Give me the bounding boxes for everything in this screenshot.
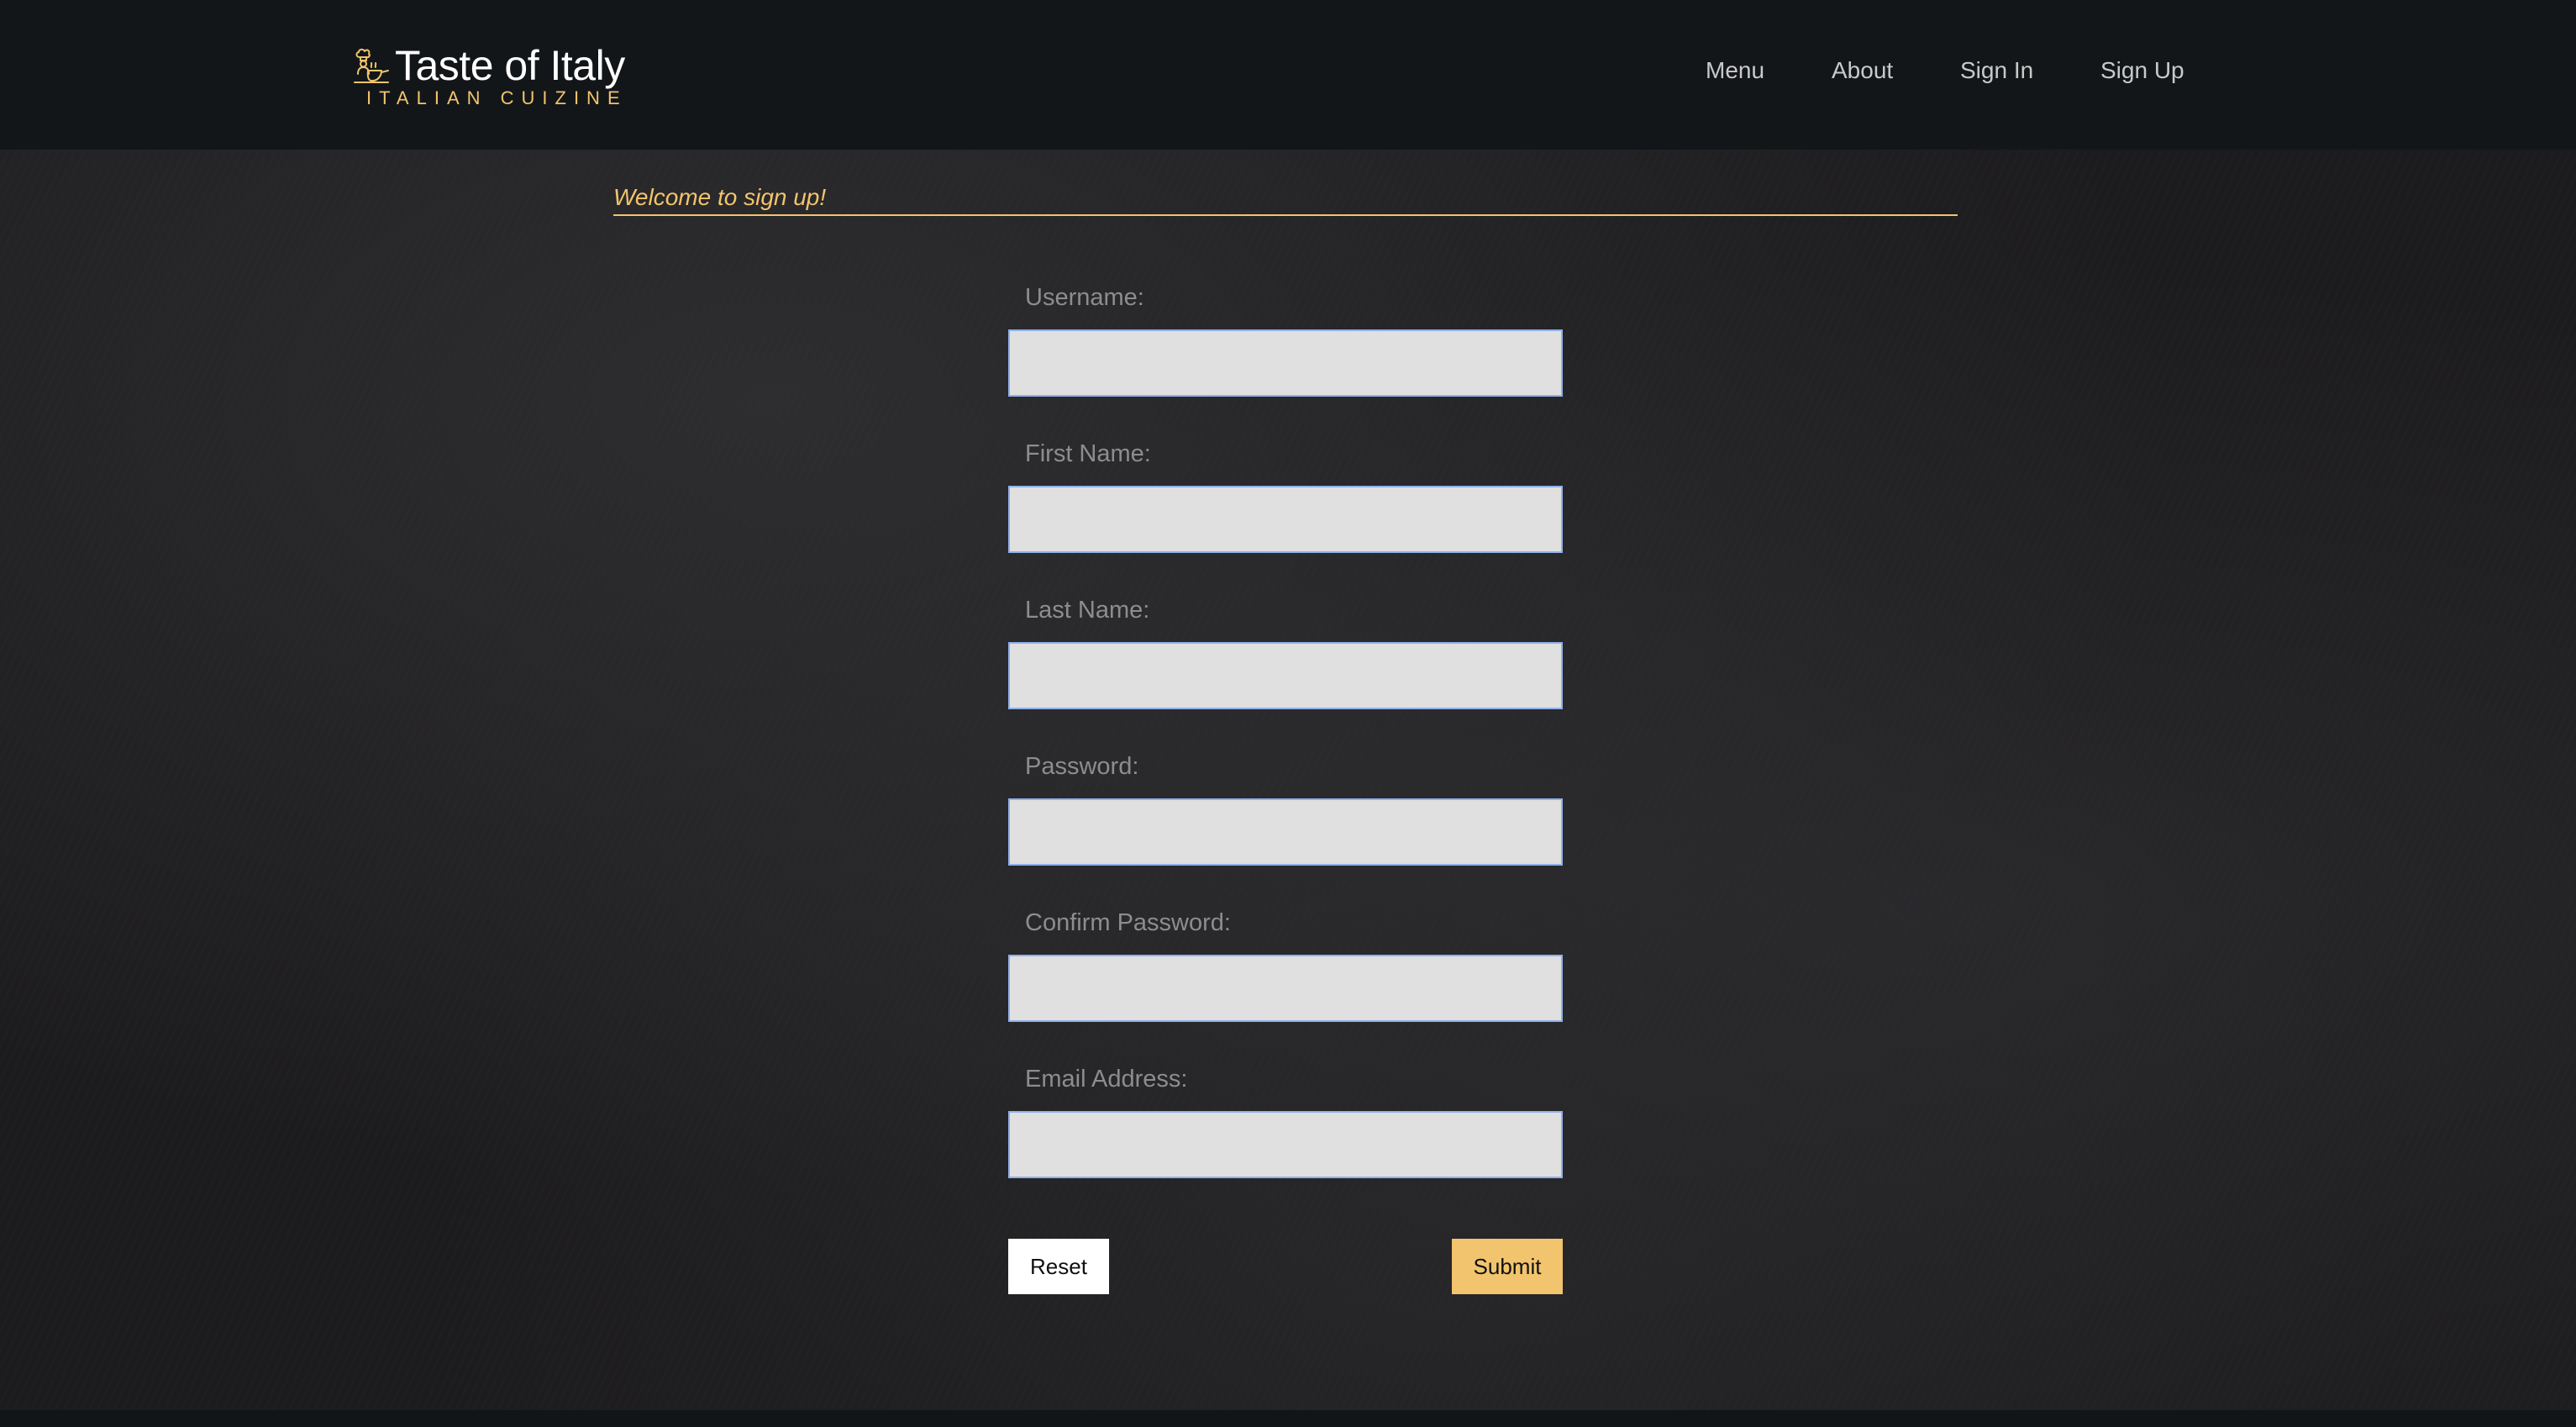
nav-link-menu[interactable]: Menu <box>1706 57 1764 84</box>
confirm-password-input[interactable] <box>1008 955 1563 1022</box>
page: Taste of Italy ITALIAN CUIZINE Menu Abou… <box>0 0 2576 1427</box>
email-label: Email Address: <box>1025 1066 1188 1093</box>
first-name-label: First Name: <box>1025 440 1151 467</box>
nav-link-sign-in[interactable]: Sign In <box>1960 57 2033 84</box>
submit-button[interactable]: Submit <box>1452 1239 1563 1294</box>
welcome-heading: Welcome to sign up! <box>613 183 1958 216</box>
last-name-label: Last Name: <box>1025 597 1150 624</box>
chalkboard-content: Welcome to sign up! Username: First Name… <box>0 150 2576 1410</box>
nav-link-sign-up[interactable]: Sign Up <box>2100 57 2184 84</box>
site-header: Taste of Italy ITALIAN CUIZINE Menu Abou… <box>0 0 2576 150</box>
username-label: Username: <box>1025 284 1144 311</box>
reset-button[interactable]: Reset <box>1008 1239 1109 1294</box>
welcome-text: Welcome to sign up! <box>613 184 827 210</box>
password-label: Password: <box>1025 753 1139 780</box>
footer-strip <box>0 1410 2576 1427</box>
last-name-input[interactable] <box>1008 642 1563 709</box>
password-input[interactable] <box>1008 798 1563 866</box>
nav-link-about[interactable]: About <box>1832 57 1893 84</box>
confirm-password-label: Confirm Password: <box>1025 909 1231 936</box>
email-input[interactable] <box>1008 1111 1563 1178</box>
username-input[interactable] <box>1008 329 1563 397</box>
main-nav: Menu About Sign In Sign Up <box>0 57 2576 91</box>
first-name-input[interactable] <box>1008 486 1563 553</box>
